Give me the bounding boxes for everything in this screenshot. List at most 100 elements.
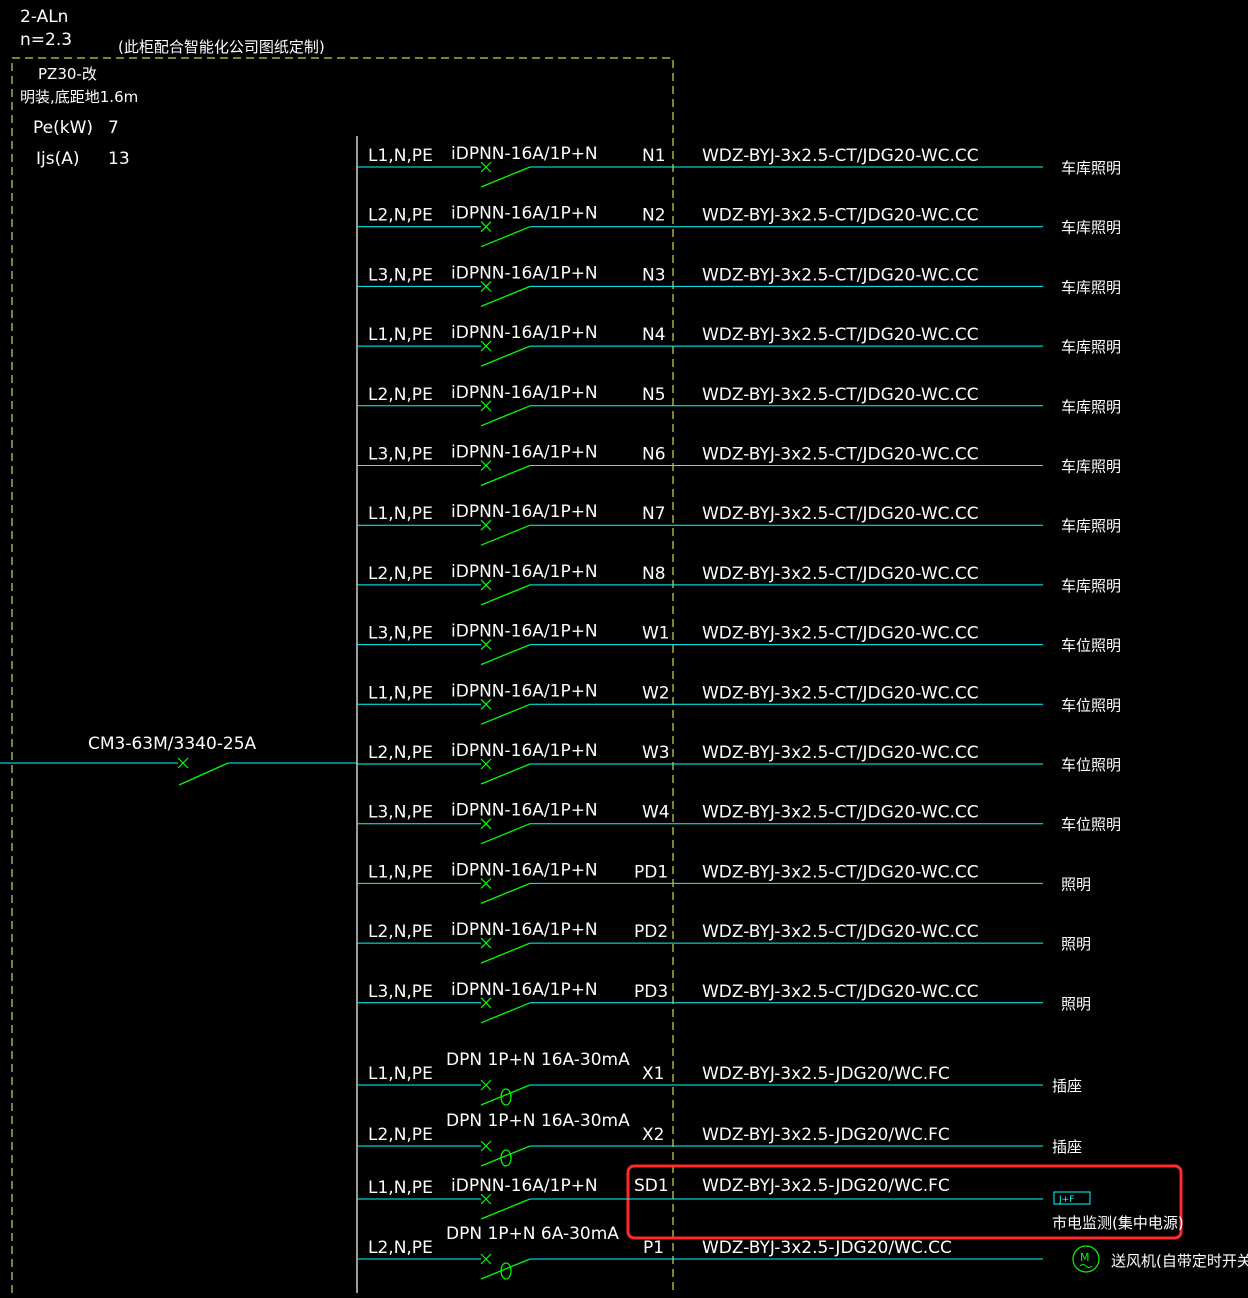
circuit-id: X2 (642, 1125, 664, 1145)
branch-circuits: L1,N,PE iDPNN-16A/1P+N N1 WDZ-BYJ-3x2.5-CT/… (357, 144, 1248, 1280)
circuit-cable: WDZ-BYJ-3x2.5-CT/JDG20-WC.CC (702, 803, 979, 823)
circuit-phase: L2,N,PE (368, 206, 433, 226)
circuit-id: N2 (642, 206, 666, 226)
circuit-id: SD1 (634, 1176, 669, 1196)
circuit-breaker-label: iDPNN-16A/1P+N (451, 1176, 598, 1196)
circuit-breaker-label: iDPNN-16A/1P+N (451, 860, 598, 880)
circuit-load: 插座 (1052, 1138, 1082, 1156)
circuit-phase: L1,N,PE (368, 1064, 433, 1084)
distribution-diagram: 2-ALn n=2.3 (此柜配合智能化公司图纸定制) PZ30-改 明装,底距… (0, 0, 1248, 1293)
circuit-breaker-label: iDPNN-16A/1P+N (451, 263, 598, 283)
load-tag: J+F (1058, 1195, 1074, 1205)
circuit-cable: WDZ-BYJ-3x2.5-CT/JDG20-WC.CC (702, 982, 979, 1002)
circuit-id: W2 (642, 683, 670, 703)
circuit-breaker-label: iDPNN-16A/1P+N (451, 741, 598, 761)
circuit-phase: L1,N,PE (368, 862, 433, 882)
pe-value: 7 (108, 118, 119, 138)
circuit-id: N1 (642, 146, 666, 166)
circuit-load: 车库照明 (1061, 219, 1121, 237)
circuit-phase: L1,N,PE (368, 325, 433, 345)
circuit-id: PD1 (634, 862, 668, 882)
breaker-cross (480, 1140, 492, 1152)
circuit-id: W1 (642, 624, 670, 644)
ijs-label: Ijs(A) (36, 149, 80, 169)
breaker-cross (480, 1079, 492, 1091)
n-value: n=2.3 (20, 30, 72, 50)
circuit-cable: WDZ-BYJ-3x2.5-CT/JDG20-WC.CC (702, 265, 979, 285)
circuit-load: 照明 (1061, 875, 1091, 893)
circuit-id: N8 (642, 564, 666, 584)
circuit-phase: L3,N,PE (368, 265, 433, 285)
circuit-id: P1 (643, 1238, 664, 1258)
circuit-cable: WDZ-BYJ-3x2.5-CT/JDG20-WC.CC (702, 385, 979, 405)
circuit-breaker-label: iDPNN-16A/1P+N (451, 144, 598, 164)
circuit-cable: WDZ-BYJ-3x2.5-CT/JDG20-WC.CC (702, 146, 979, 166)
circuit-load: 车库照明 (1061, 577, 1121, 595)
circuit-breaker-label: iDPNN-16A/1P+N (451, 681, 598, 701)
circuit-load: 市电监测(集中电源) (1052, 1214, 1184, 1232)
circuit-load: 车库照明 (1061, 398, 1121, 416)
circuit-cable: WDZ-BYJ-3x2.5-CT/JDG20-WC.CC (702, 325, 979, 345)
circuit-breaker-label: iDPNN-16A/1P+N (451, 383, 598, 403)
circuit-phase: L2,N,PE (368, 564, 433, 584)
circuit-cable: WDZ-BYJ-3x2.5-CT/JDG20-WC.CC (702, 922, 979, 942)
breaker-cross (480, 1253, 492, 1265)
circuit-id: X1 (642, 1064, 664, 1084)
main-breaker-cross (177, 757, 189, 769)
circuit-phase: L1,N,PE (368, 1178, 433, 1198)
circuit-phase: L3,N,PE (368, 803, 433, 823)
circuit-phase: L2,N,PE (368, 922, 433, 942)
circuit-load: 车库照明 (1061, 517, 1121, 535)
circuit-breaker-label: iDPNN-16A/1P+N (451, 502, 598, 522)
circuit-id: PD3 (634, 982, 668, 1002)
circuit-load: 插座 (1052, 1077, 1082, 1095)
circuit-load: 车位照明 (1061, 816, 1121, 834)
circuit-phase: L1,N,PE (368, 504, 433, 524)
circuit-load: 车库照明 (1061, 338, 1121, 356)
circuit-breaker-label: iDPNN-16A/1P+N (451, 920, 598, 940)
circuit-cable: WDZ-BYJ-3x2.5-CT/JDG20-WC.CC (702, 624, 979, 644)
panel-note: (此柜配合智能化公司图纸定制) (118, 38, 325, 56)
circuit-cable: WDZ-BYJ-3x2.5-CT/JDG20-WC.CC (702, 445, 979, 465)
circuit-phase: L3,N,PE (368, 445, 433, 465)
circuit-phase: L2,N,PE (368, 743, 433, 763)
circuit-breaker-label: iDPNN-16A/1P+N (451, 323, 598, 343)
circuit-breaker-label: DPN 1P+N 16A-30mA (446, 1050, 630, 1070)
circuit-breaker-label: iDPNN-16A/1P+N (451, 801, 598, 821)
circuit-load: 照明 (1061, 995, 1091, 1013)
cabinet-border (11, 57, 674, 1293)
pe-label: Pe(kW) (33, 118, 93, 138)
circuit-phase: L3,N,PE (368, 624, 433, 644)
circuit-breaker-label: iDPNN-16A/1P+N (451, 443, 598, 463)
panel-id: 2-ALn (20, 7, 68, 27)
circuit-load: 送风机(自带定时开关) (1111, 1252, 1248, 1270)
motor-ac-symbol (1079, 1264, 1093, 1268)
circuit-cable: WDZ-BYJ-3x2.5-JDG20/WC.FC (702, 1176, 950, 1196)
circuit-phase: L2,N,PE (368, 385, 433, 405)
circuit-id: N4 (642, 325, 666, 345)
rcd-symbol (500, 1262, 512, 1280)
single-line-diagram: 2-ALn n=2.3 (此柜配合智能化公司图纸定制) PZ30-改 明装,底距… (0, 7, 1248, 1293)
circuit-cable: WDZ-BYJ-3x2.5-CT/JDG20-WC.CC (702, 504, 979, 524)
circuit-id: W3 (642, 743, 670, 763)
circuit-cable: WDZ-BYJ-3x2.5-CT/JDG20-WC.CC (702, 743, 979, 763)
circuit-cable: WDZ-BYJ-3x2.5-JDG20/WC.CC (702, 1238, 952, 1258)
circuit-load: 车位照明 (1061, 637, 1121, 655)
circuit-load: 车位照明 (1061, 696, 1121, 714)
ijs-value: 13 (108, 149, 130, 169)
circuit-id: N6 (642, 445, 666, 465)
main-breaker-label: CM3-63M/3340-25A (88, 734, 257, 754)
circuit-breaker-label: iDPNN-16A/1P+N (451, 204, 598, 224)
circuit-phase: L3,N,PE (368, 982, 433, 1002)
circuit-id: N7 (642, 504, 666, 524)
circuit-id: W4 (642, 803, 670, 823)
circuit-id: N5 (642, 385, 666, 405)
circuit-load: 车库照明 (1061, 159, 1121, 177)
circuit-cable: WDZ-BYJ-3x2.5-JDG20/WC.FC (702, 1064, 950, 1084)
panel-model: PZ30-改 (38, 65, 97, 83)
circuit-breaker-label: iDPNN-16A/1P+N (451, 980, 598, 1000)
circuit-cable: WDZ-BYJ-3x2.5-CT/JDG20-WC.CC (702, 206, 979, 226)
circuit-load: 车位照明 (1061, 756, 1121, 774)
circuit-phase: L2,N,PE (368, 1125, 433, 1145)
circuit-phase: L2,N,PE (368, 1238, 433, 1258)
